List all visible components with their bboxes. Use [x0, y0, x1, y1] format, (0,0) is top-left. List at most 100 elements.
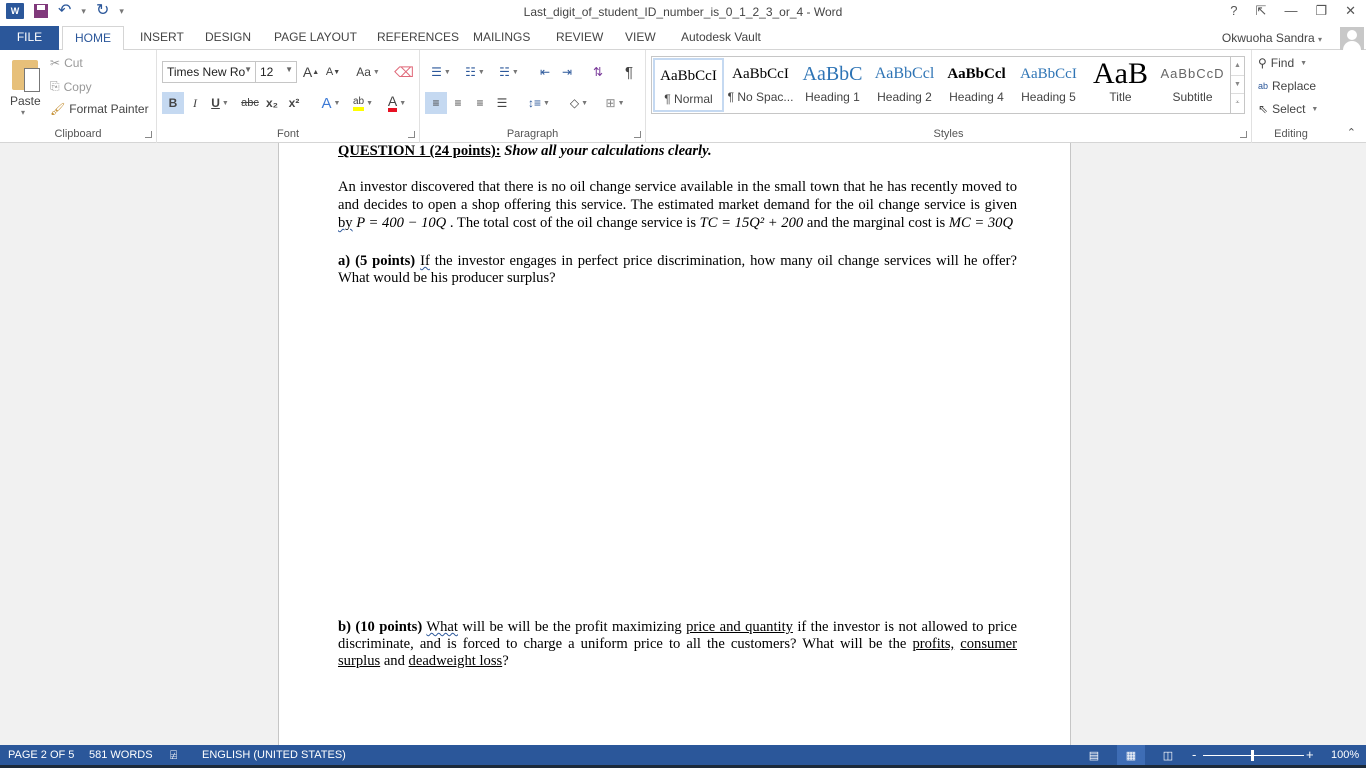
style-subtitle[interactable]: AaBbCcD Subtitle: [1157, 58, 1228, 112]
justify-button[interactable]: ☰: [491, 92, 513, 114]
tab-autodesk-vault[interactable]: Autodesk Vault: [669, 26, 773, 50]
font-size-select[interactable]: 12 ▼: [255, 61, 297, 83]
decrease-indent-button[interactable]: ⇤: [534, 61, 556, 83]
select-button[interactable]: ⇖ Select ▼: [1258, 102, 1318, 116]
part-a-paragraph: a) (5 points) If the investor engages in…: [338, 253, 1017, 287]
document-title: Last_digit_of_student_ID_number_is_0_1_2…: [523, 5, 843, 19]
help-button[interactable]: ?: [1230, 3, 1237, 19]
styles-more-icon[interactable]: ⩡: [1231, 94, 1244, 113]
tab-home[interactable]: HOME: [62, 26, 124, 51]
italic-button[interactable]: I: [184, 92, 206, 114]
bold-button[interactable]: B: [162, 92, 184, 114]
chevron-down-icon: ▼: [285, 65, 293, 74]
style-preview: AaBbCcI: [660, 68, 717, 84]
paste-button[interactable]: Paste ▾: [4, 52, 46, 120]
part-a-label: a) (5 points): [338, 253, 416, 269]
style-heading-4[interactable]: AaBbCcl Heading 4: [941, 58, 1012, 112]
font-name-select[interactable]: Times New Ro ▼: [162, 61, 256, 83]
multilevel-list-button[interactable]: ☵ ▼: [494, 61, 524, 83]
print-layout-button[interactable]: ▦: [1117, 745, 1145, 765]
grammar-flag[interactable]: If: [420, 253, 430, 269]
show-formatting-button[interactable]: ¶: [618, 61, 640, 83]
question-instruction: Show all your calculations clearly.: [500, 143, 712, 159]
restore-button[interactable]: ❐: [1315, 3, 1327, 19]
replace-icon: ab: [1258, 81, 1269, 91]
clear-formatting-button[interactable]: ⌫: [393, 61, 415, 83]
highlight-button[interactable]: ab ▼: [349, 92, 377, 114]
document-page[interactable]: QUESTION 1 (24 points): Show all your ca…: [278, 143, 1071, 745]
style-heading-1[interactable]: AaBbC Heading 1: [797, 58, 868, 112]
tab-mailings[interactable]: MAILINGS: [461, 26, 542, 50]
borders-button[interactable]: ⊞ ▼: [600, 92, 630, 114]
copy-button[interactable]: ⎘ Copy: [50, 79, 92, 94]
user-account[interactable]: Okwuoha Sandra ▾: [1222, 31, 1322, 45]
proofing-icon[interactable]: ⍯: [170, 748, 177, 763]
shading-button[interactable]: ◇ ▼: [564, 92, 594, 114]
styles-scrollbar[interactable]: ▲ ▼ ⩡: [1230, 57, 1244, 113]
grammar-flag[interactable]: What: [426, 619, 458, 635]
line-spacing-button[interactable]: ↕≡ ▼: [524, 92, 554, 114]
styles-scroll-down-icon[interactable]: ▼: [1231, 76, 1244, 95]
align-left-button[interactable]: ≡: [425, 92, 447, 114]
find-button[interactable]: ⚲ Find ▼: [1258, 56, 1307, 70]
status-bar: PAGE 2 OF 5 581 WORDS ⍯ ENGLISH (UNITED …: [0, 745, 1366, 765]
tab-insert[interactable]: INSERT: [128, 26, 196, 50]
numbering-button[interactable]: ☷ ▼: [460, 61, 490, 83]
align-right-button[interactable]: ≡: [469, 92, 491, 114]
style-preview: AaBbC: [802, 63, 863, 85]
strikethrough-button[interactable]: abc: [239, 92, 261, 114]
text-effects-button[interactable]: A ▼: [317, 92, 345, 114]
page-count[interactable]: PAGE 2 OF 5: [8, 749, 74, 761]
zoom-slider-thumb[interactable]: [1251, 750, 1254, 761]
subscript-button[interactable]: x₂: [261, 92, 283, 114]
tab-file[interactable]: FILE: [0, 26, 59, 50]
replace-button[interactable]: ab Replace: [1258, 79, 1316, 93]
style-heading-2[interactable]: AaBbCcl Heading 2: [869, 58, 940, 112]
paste-label: Paste: [10, 94, 41, 108]
grammar-flag[interactable]: by: [338, 215, 353, 231]
underline-button[interactable]: U ▼: [205, 92, 235, 114]
ribbon-display-options-button[interactable]: ⇱: [1256, 3, 1267, 19]
tab-view[interactable]: VIEW: [613, 26, 668, 50]
tab-review[interactable]: REVIEW: [544, 26, 615, 50]
style-normal[interactable]: AaBbCcI ¶ Normal: [653, 58, 724, 112]
styles-launcher-icon[interactable]: [1240, 131, 1247, 138]
zoom-level[interactable]: 100%: [1331, 749, 1359, 761]
format-painter-button[interactable]: 🖌 Format Painter: [50, 102, 149, 116]
style-no-spacing[interactable]: AaBbCcI ¶ No Spac...: [725, 58, 796, 112]
superscript-button[interactable]: x²: [283, 92, 305, 114]
read-mode-button[interactable]: ▤: [1080, 745, 1108, 765]
style-name: Heading 1: [805, 90, 860, 104]
style-heading-5[interactable]: AaBbCcI Heading 5: [1013, 58, 1084, 112]
tab-page-layout[interactable]: PAGE LAYOUT: [262, 26, 369, 50]
font-color-button[interactable]: A ▼: [383, 92, 411, 114]
cut-button[interactable]: ✂ Cut: [50, 56, 83, 70]
window-controls: ? ⇱ — ❐ ✕: [1230, 3, 1356, 19]
avatar[interactable]: [1340, 27, 1364, 51]
editing-label: Editing: [1274, 128, 1308, 140]
zoom-in-button[interactable]: +: [1306, 747, 1314, 762]
tab-references[interactable]: REFERENCES: [365, 26, 471, 50]
underline-icon: U: [211, 96, 220, 110]
minimize-button[interactable]: —: [1284, 3, 1297, 19]
paragraph-launcher-icon[interactable]: [634, 131, 641, 138]
language[interactable]: ENGLISH (UNITED STATES): [202, 749, 346, 761]
zoom-out-button[interactable]: -: [1192, 747, 1196, 762]
shrink-font-button[interactable]: A ▼: [322, 61, 344, 83]
close-button[interactable]: ✕: [1345, 3, 1356, 19]
font-launcher-icon[interactable]: [408, 131, 415, 138]
style-title[interactable]: AaB Title: [1085, 58, 1156, 112]
increase-indent-button[interactable]: ⇥: [556, 61, 578, 83]
word-count[interactable]: 581 WORDS: [89, 749, 153, 761]
sort-button[interactable]: ⇅: [587, 61, 609, 83]
tab-design[interactable]: DESIGN: [193, 26, 263, 50]
align-center-button[interactable]: ≡: [447, 92, 469, 114]
styles-scroll-up-icon[interactable]: ▲: [1231, 57, 1244, 76]
style-name: ¶ No Spac...: [727, 90, 794, 104]
collapse-ribbon-icon[interactable]: ⌃: [1347, 126, 1356, 139]
web-layout-button[interactable]: ◫: [1154, 745, 1182, 765]
clipboard-launcher-icon[interactable]: [145, 131, 152, 138]
bullets-button[interactable]: ☰ ▼: [426, 61, 456, 83]
grow-font-button[interactable]: A ▲: [300, 61, 322, 83]
change-case-button[interactable]: Aa ▼: [353, 61, 383, 83]
